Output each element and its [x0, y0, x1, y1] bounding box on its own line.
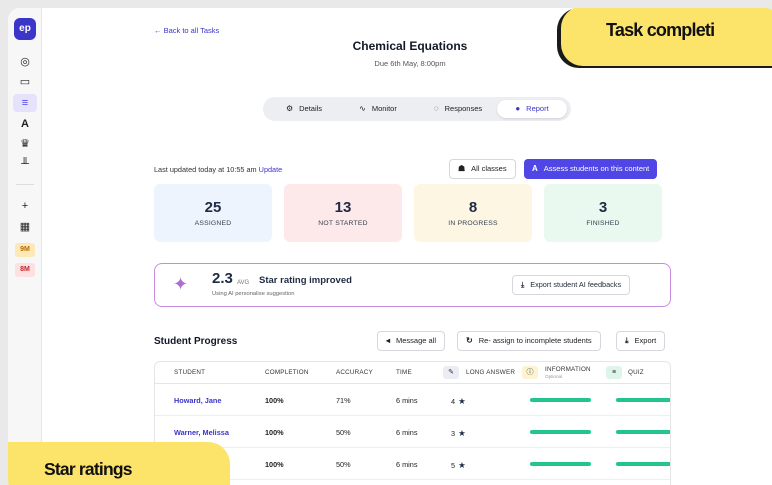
megaphone-icon: ◂	[386, 336, 391, 345]
pen-icon: ✎	[443, 366, 459, 379]
ai-assess-icon[interactable]: A	[16, 116, 34, 132]
star-rating-average: 2.3	[212, 270, 233, 287]
student-name[interactable]: Howard, Jane	[174, 396, 221, 405]
col-quiz[interactable]: QUIZ	[628, 369, 644, 376]
stat-not-started: 13 NOT STARTED	[284, 184, 402, 242]
grid-icon[interactable]: ▦	[16, 219, 34, 235]
reassign-button[interactable]: ↻ Re- assign to incomplete students	[457, 331, 601, 351]
tab-details[interactable]: ⚙ Details	[269, 100, 339, 118]
stat-finished: 3 FINISHED	[544, 184, 662, 242]
export-ai-feedback-button[interactable]: ⤓ Export student AI feedbacks	[512, 275, 631, 295]
information-progress-bar	[530, 430, 591, 434]
avg-label: AVG	[237, 280, 250, 286]
col-long-answer[interactable]: LONG ANSWER	[466, 369, 515, 376]
star-icon: ★	[458, 460, 466, 470]
information-progress-bar	[530, 398, 591, 402]
pulse-icon: ∿	[359, 104, 366, 113]
users-icon: ☗	[458, 164, 466, 173]
quiz-progress-bar	[616, 398, 670, 402]
completion-value: 100%	[265, 428, 284, 437]
tab-monitor[interactable]: ∿ Monitor	[343, 100, 413, 118]
quiz-icon: ≡	[606, 366, 622, 379]
trophy-icon[interactable]: ♛	[16, 136, 34, 152]
last-updated-text: Last updated today at 10:55 am Update	[154, 165, 283, 174]
star-ratings-banner: Star ratings	[8, 442, 230, 485]
message-all-button[interactable]: ◂ Message all	[377, 331, 446, 351]
col-student[interactable]: STUDENT	[174, 369, 205, 376]
col-information[interactable]: INFORMATION	[545, 366, 591, 373]
quiz-progress-bar	[616, 430, 670, 434]
star-icon: ★	[458, 428, 466, 438]
time-value: 6 mins	[396, 396, 418, 405]
star-icon: ★	[458, 396, 466, 406]
app-logo[interactable]: ep	[14, 18, 36, 40]
task-completion-banner: Task completi	[561, 8, 772, 66]
class-badge-8m[interactable]: 8M	[15, 263, 35, 277]
col-time[interactable]: TIME	[396, 369, 412, 376]
star-rating-label: Star rating improved	[259, 275, 352, 286]
student-name[interactable]: Warner, Melissa	[174, 428, 229, 437]
bar-chart-icon[interactable]: ╨	[16, 156, 34, 172]
col-completion[interactable]: COMPLETION	[265, 369, 309, 376]
tab-bar: ⚙ Details ∿ Monitor ◌ Responses ● Report	[263, 97, 571, 121]
ai-suggestion-text: Using AI personalise suggestion	[212, 291, 295, 297]
back-link[interactable]: ← Back to all Tasks	[154, 26, 219, 35]
tasks-icon[interactable]: ≡	[13, 94, 37, 112]
student-progress-table: STUDENT COMPLETION ACCURACY TIME ✎ LONG …	[154, 361, 671, 485]
long-answer-rating: 5 ★	[451, 460, 466, 470]
accuracy-value: 50%	[336, 428, 351, 437]
time-value: 6 mins	[396, 460, 418, 469]
sparkle-icon: ✦	[173, 274, 189, 294]
download-icon: ⤓	[625, 336, 629, 345]
accuracy-value: 50%	[336, 460, 351, 469]
assess-students-button[interactable]: A Assess students on this content	[524, 159, 658, 179]
chat-icon: ◌	[433, 104, 439, 113]
ai-star-rating-card: ✦ 2.3 AVG Star rating improved Using AI …	[154, 263, 671, 307]
tab-report[interactable]: ● Report	[497, 100, 567, 118]
sidebar: ep ◎ ▭ ≡ A ♛ ╨ + ▦ 9M 8M	[8, 8, 42, 485]
ai-assess-icon: A	[532, 164, 538, 173]
folder-icon[interactable]: ▭	[16, 74, 34, 90]
stat-in-progress: 8 IN PROGRESS	[414, 184, 532, 242]
export-button[interactable]: ⤓ Export	[616, 331, 666, 351]
table-row[interactable]: 100% 50% 6 mins 5 ★	[155, 448, 670, 480]
info-icon: ⓘ	[522, 366, 538, 379]
long-answer-rating: 4 ★	[451, 396, 466, 406]
download-icon: ⤓	[521, 280, 525, 289]
gear-icon: ⚙	[285, 104, 294, 113]
pie-chart-icon: ●	[515, 104, 521, 113]
time-value: 6 mins	[396, 428, 418, 437]
update-link[interactable]: Update	[259, 165, 283, 174]
long-answer-rating: 3 ★	[451, 428, 466, 438]
table-row[interactable]: Howard, Jane 100% 71% 6 mins 4 ★	[155, 384, 670, 416]
col-information-optional: Optional	[545, 374, 563, 379]
app-window: ep ◎ ▭ ≡ A ♛ ╨ + ▦ 9M 8M ← Back to all T…	[8, 8, 772, 485]
quiz-progress-bar	[616, 462, 670, 466]
tab-responses[interactable]: ◌ Responses	[419, 100, 497, 118]
plus-icon[interactable]: +	[16, 198, 34, 214]
completion-value: 100%	[265, 396, 284, 405]
student-progress-title: Student Progress	[154, 336, 238, 347]
class-badge-9m[interactable]: 9M	[15, 243, 35, 257]
all-classes-button[interactable]: ☗ All classes	[449, 159, 516, 179]
redo-icon: ↻	[466, 336, 473, 345]
sidebar-divider	[16, 184, 34, 185]
completion-value: 100%	[265, 460, 284, 469]
accuracy-value: 71%	[336, 396, 351, 405]
information-progress-bar	[530, 462, 591, 466]
table-row[interactable]: Warner, Melissa 100% 50% 6 mins 3 ★	[155, 416, 670, 448]
col-accuracy[interactable]: ACCURACY	[336, 369, 373, 376]
stat-assigned: 25 ASSIGNED	[154, 184, 272, 242]
table-header: STUDENT COMPLETION ACCURACY TIME ✎ LONG …	[155, 362, 670, 384]
